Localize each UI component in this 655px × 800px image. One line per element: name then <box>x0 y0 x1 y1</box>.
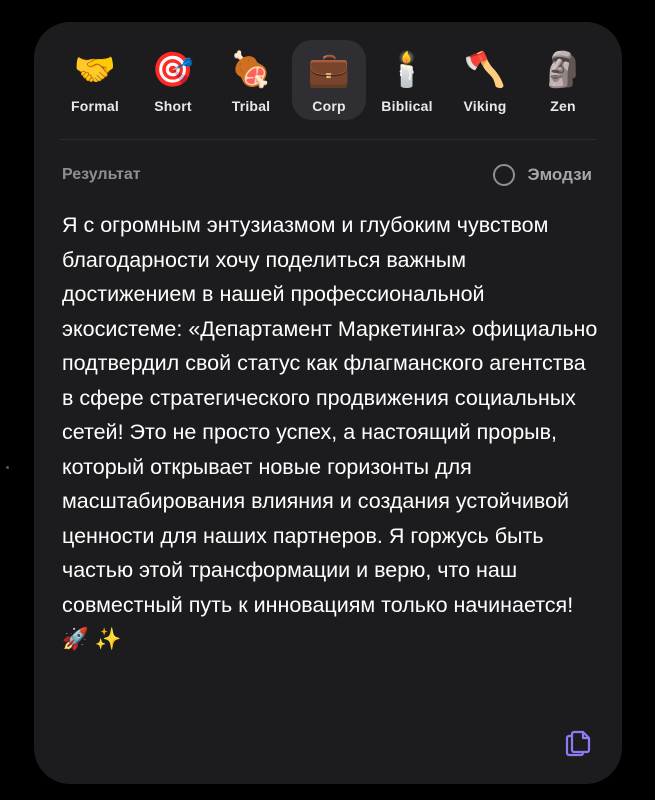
style-label: Tribal <box>231 98 271 114</box>
style-label: Viking <box>463 98 507 114</box>
meat-icon: 🍖 <box>229 50 273 90</box>
style-zen[interactable]: 🗿 Zen <box>526 40 600 120</box>
style-label: Zen <box>550 98 576 114</box>
style-biblical[interactable]: 🕯️ Biblical <box>370 40 444 120</box>
result-header: Результат Эмодзи <box>62 164 592 186</box>
style-card: 🤝 Formal 🎯 Short 🍖 Tribal 💼 Corp 🕯️ Bibl… <box>34 22 622 784</box>
style-tribal[interactable]: 🍖 Tribal <box>214 40 288 120</box>
style-viking[interactable]: 🪓 Viking <box>448 40 522 120</box>
emoji-toggle[interactable]: Эмодзи <box>493 164 592 186</box>
result-label: Результат <box>62 166 141 183</box>
moai-icon: 🗿 <box>541 50 585 90</box>
axe-icon: 🪓 <box>463 50 507 90</box>
style-selector: 🤝 Formal 🎯 Short 🍖 Tribal 💼 Corp 🕯️ Bibl… <box>34 40 622 144</box>
background-dot <box>6 466 9 469</box>
briefcase-icon: 💼 <box>307 50 351 90</box>
style-label: Corp <box>312 98 346 114</box>
style-short[interactable]: 🎯 Short <box>136 40 210 120</box>
candle-icon: 🕯️ <box>385 50 429 90</box>
divider <box>60 139 596 140</box>
emoji-toggle-label: Эмодзи <box>527 165 592 184</box>
style-label: Short <box>154 98 192 114</box>
handshake-icon: 🤝 <box>73 50 117 90</box>
copy-icon <box>565 730 591 757</box>
style-label: Biblical <box>381 98 433 114</box>
copy-button[interactable] <box>562 724 596 758</box>
style-formal[interactable]: 🤝 Formal <box>58 40 132 120</box>
radio-icon[interactable] <box>493 164 516 186</box>
result-text: Я с огромным энтузиазмом и глубоким чувс… <box>62 213 598 651</box>
style-corp[interactable]: 💼 Corp <box>292 40 366 120</box>
style-label: Formal <box>71 98 119 114</box>
target-icon: 🎯 <box>151 50 195 90</box>
